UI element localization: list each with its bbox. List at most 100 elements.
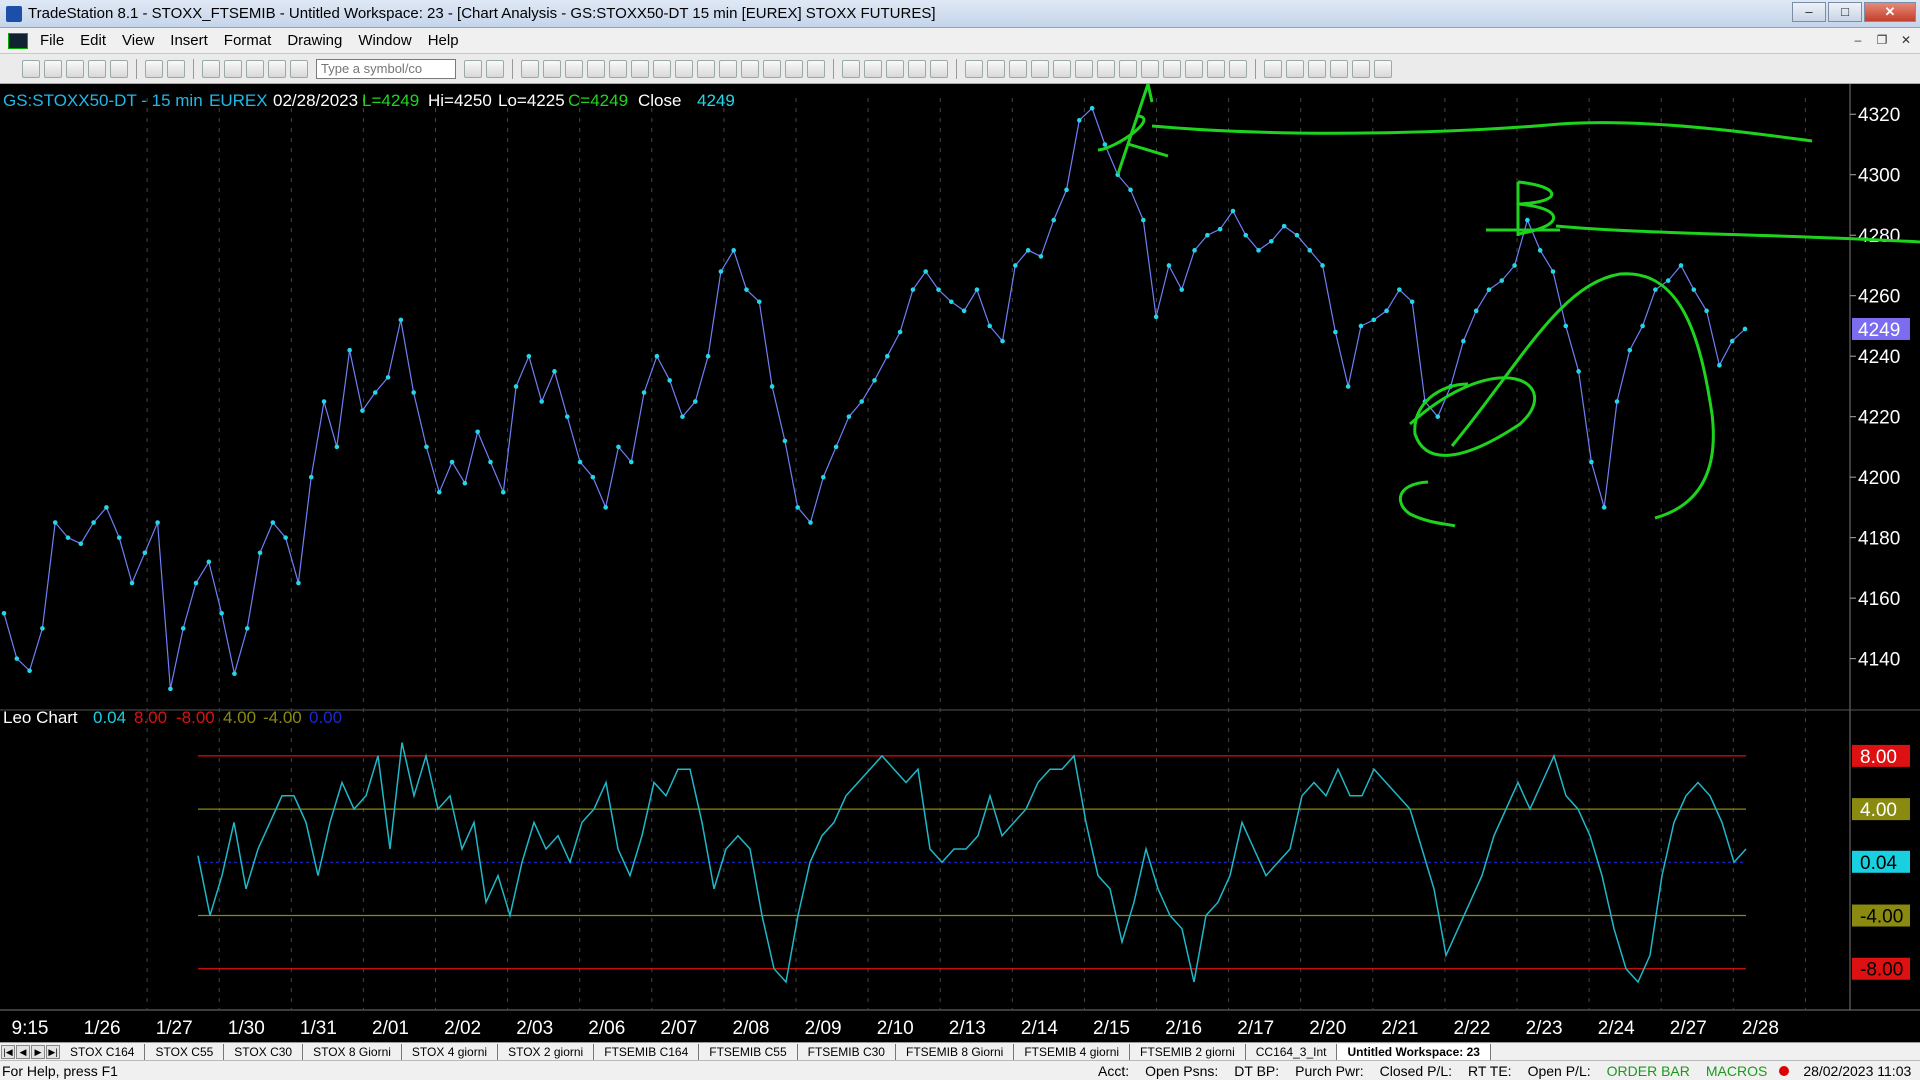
new-icon[interactable] (22, 59, 40, 78)
price-point (731, 248, 736, 253)
chart-tool-icon[interactable] (587, 59, 605, 78)
rectangle-icon[interactable] (1352, 59, 1370, 78)
zoom-out-icon[interactable] (807, 59, 825, 78)
chart-tool-icon[interactable] (719, 59, 737, 78)
price-point (974, 287, 980, 292)
drawing-tool-icon[interactable] (1163, 59, 1181, 78)
tab-workspace[interactable]: FTSEMIB C30 (798, 1043, 896, 1060)
chart-tool-icon[interactable] (675, 59, 693, 78)
lock-icon[interactable] (246, 59, 264, 78)
down-arrow-icon[interactable] (1286, 59, 1304, 78)
drawing-tool-icon[interactable] (864, 59, 882, 78)
price-point (308, 474, 314, 480)
minimize-button[interactable]: – (1792, 2, 1826, 22)
drawing-tool-icon[interactable] (1141, 59, 1159, 78)
menu-drawing[interactable]: Drawing (279, 32, 350, 49)
price-point (398, 317, 404, 323)
menu-file[interactable]: File (32, 32, 72, 49)
menu-help[interactable]: Help (420, 32, 467, 49)
menu-format[interactable]: Format (216, 32, 280, 49)
tab-workspace[interactable]: CC164_3_Int (1246, 1043, 1338, 1060)
order-bar-button[interactable]: ORDER BAR (1599, 1063, 1698, 1079)
tab-last-icon[interactable]: ▶| (46, 1044, 60, 1059)
window-icon[interactable] (224, 59, 242, 78)
chart-tool-icon[interactable] (763, 59, 781, 78)
price-point (168, 686, 173, 692)
new-workspace-icon[interactable] (66, 59, 84, 78)
tab-workspace[interactable]: FTSEMIB C55 (699, 1043, 798, 1060)
drawing-tool-icon[interactable] (1075, 59, 1093, 78)
drawing-tool-icon[interactable] (930, 59, 948, 78)
x-tick-label: 2/13 (949, 1018, 986, 1039)
drawing-tool-icon[interactable] (1207, 59, 1225, 78)
tab-workspace-active[interactable]: Untitled Workspace: 23 (1337, 1043, 1491, 1060)
window-icon[interactable] (202, 59, 220, 78)
text-icon[interactable] (1374, 59, 1392, 78)
menu-view[interactable]: View (114, 32, 162, 49)
tab-prev-icon[interactable]: ◀ (16, 1044, 30, 1059)
go-arrow-icon[interactable] (464, 59, 482, 78)
chart-tool-icon[interactable] (543, 59, 561, 78)
tab-workspace[interactable]: STOX C164 (60, 1043, 146, 1060)
close-button[interactable]: ✕ (1864, 2, 1916, 22)
tab-workspace[interactable]: FTSEMIB C164 (594, 1043, 700, 1060)
status-rt-te: RT TE: (1468, 1062, 1512, 1079)
trendline-icon[interactable] (965, 59, 983, 78)
menu-edit[interactable]: Edit (72, 32, 114, 49)
tab-workspace[interactable]: FTSEMIB 8 Giorni (896, 1043, 1015, 1060)
tab-workspace[interactable]: FTSEMIB 4 giorni (1014, 1043, 1131, 1060)
drawing-tool-icon[interactable] (1185, 59, 1203, 78)
price-chart[interactable]: 9:15 1/26 1/27 1/30 1/31 2/01 2/02 2/03 2/06 2/07… (0, 84, 1920, 1042)
menu-window[interactable]: Window (350, 32, 419, 49)
drawing-tool-icon[interactable] (1053, 59, 1071, 78)
chart-tool-icon[interactable] (609, 59, 627, 78)
drawing-tool-icon[interactable] (987, 59, 1005, 78)
tab-workspace[interactable]: STOX C30 (224, 1043, 304, 1060)
open-workspace-icon[interactable] (88, 59, 106, 78)
chart-tool-icon[interactable] (631, 59, 649, 78)
tab-next-icon[interactable]: ▶ (31, 1044, 45, 1059)
chart-document-icon[interactable] (8, 32, 28, 49)
tools-icon[interactable] (268, 59, 286, 78)
freehand-icon[interactable] (1229, 59, 1247, 78)
print-icon[interactable] (167, 59, 185, 78)
tab-workspace[interactable]: STOX 2 giorni (498, 1043, 595, 1060)
drawing-tool-icon[interactable] (1031, 59, 1049, 78)
price-point (78, 541, 84, 547)
zoom-in-icon[interactable] (785, 59, 803, 78)
chart-tool-icon[interactable] (653, 59, 671, 78)
tab-workspace[interactable]: STOX 8 Giorni (303, 1043, 402, 1060)
chart-analysis-window[interactable]: 9:15 1/26 1/27 1/30 1/31 2/01 2/02 2/03 2/06 2/07… (0, 84, 1920, 1042)
maximize-button[interactable]: □ (1828, 2, 1862, 22)
tab-workspace[interactable]: STOX 4 giorni (402, 1043, 499, 1060)
drawing-tool-icon[interactable] (1097, 59, 1115, 78)
chart-tool-icon[interactable] (565, 59, 583, 78)
toolbar (0, 54, 1920, 84)
ellipse-icon[interactable] (1330, 59, 1348, 78)
mdi-close-button[interactable]: ✕ (1896, 31, 1916, 49)
symbol-lookup-icon[interactable] (486, 59, 504, 78)
pointer-icon[interactable] (842, 59, 860, 78)
chart-tool-icon[interactable] (741, 59, 759, 78)
macros-button[interactable]: MACROS (1698, 1063, 1775, 1079)
drawing-tool-icon[interactable] (1119, 59, 1137, 78)
menu-insert[interactable]: Insert (162, 32, 216, 49)
chart-tool-icon[interactable] (697, 59, 715, 78)
save-icon[interactable] (110, 59, 128, 78)
mdi-restore-button[interactable]: ❐ (1872, 31, 1892, 49)
drawing-tool-icon[interactable] (886, 59, 904, 78)
open-icon[interactable] (44, 59, 62, 78)
up-arrow-icon[interactable] (1308, 59, 1326, 78)
print-preview-icon[interactable] (145, 59, 163, 78)
symbol-input[interactable] (316, 58, 456, 79)
drawing-tool-icon[interactable] (1009, 59, 1027, 78)
chart-tool-icon[interactable] (521, 59, 539, 78)
tab-first-icon[interactable]: |◀ (1, 1044, 15, 1059)
tab-workspace[interactable]: STOX C55 (145, 1043, 225, 1060)
mdi-minimize-button[interactable]: – (1848, 31, 1868, 49)
drawing-tool-icon[interactable] (908, 59, 926, 78)
tab-workspace[interactable]: FTSEMIB 2 giorni (1130, 1043, 1246, 1060)
globe-icon[interactable] (290, 59, 308, 78)
price-point (1345, 384, 1351, 389)
arc-icon[interactable] (1264, 59, 1282, 78)
